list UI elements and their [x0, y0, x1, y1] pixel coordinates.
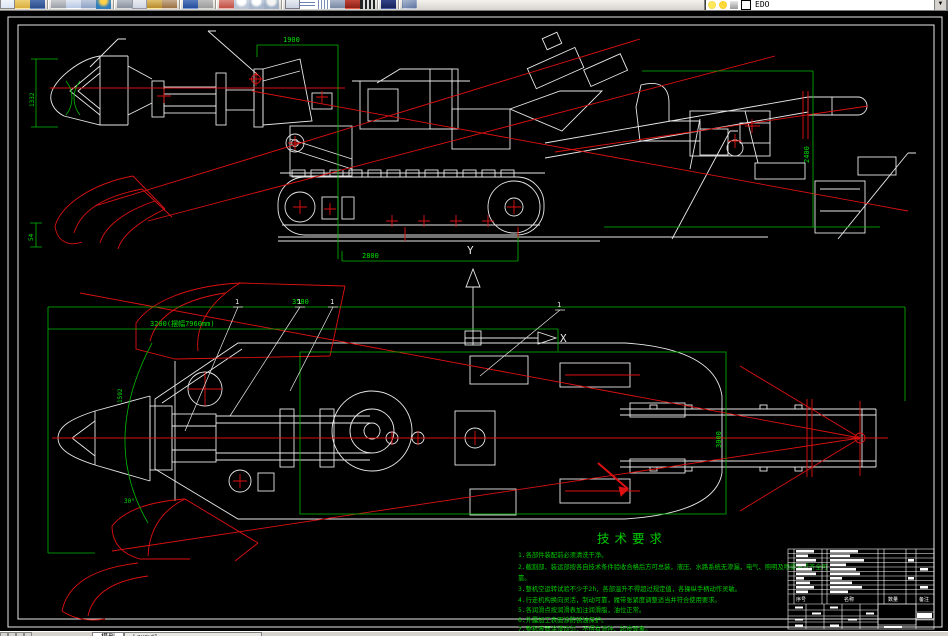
- new-icon[interactable]: [0, 0, 15, 9]
- layer-combo[interactable]: EDO ▼: [704, 0, 948, 10]
- save-icon[interactable]: [30, 0, 45, 9]
- side-view: [50, 30, 916, 242]
- tech-requirement-line: 6.外露加工表面涂防锈油保护。: [518, 615, 607, 624]
- tech-requirement-line: 5.各润滑点按润滑表加注润滑脂，油位正常。: [518, 605, 645, 614]
- tech-requirement-line: 7.整机表面涂漆均匀，不得有流挂、起皮现象。: [518, 624, 652, 631]
- copy-icon[interactable]: [132, 0, 147, 9]
- table-icon[interactable]: [300, 0, 315, 9]
- tech-requirements-title: 技术要求: [597, 531, 667, 546]
- publish-icon[interactable]: [81, 0, 96, 9]
- combo-dropdown-arrow[interactable]: ▼: [934, 0, 947, 10]
- print-icon[interactable]: [51, 0, 66, 9]
- undo-icon[interactable]: [183, 0, 198, 9]
- ucs-icon: Y X: [464, 244, 567, 346]
- callout-label: 1: [297, 298, 301, 306]
- toolbar-separator: [179, 0, 181, 9]
- layers-icon[interactable]: [402, 0, 417, 9]
- toolbar-separator: [377, 0, 379, 9]
- web-icon[interactable]: [96, 0, 111, 9]
- layer-manager-icon[interactable]: [315, 0, 330, 9]
- eraser-icon[interactable]: [219, 0, 234, 9]
- title-block: 序号 名称 数量 备注: [787, 548, 935, 630]
- dimension-label: 30°: [124, 498, 135, 505]
- callouts: 1 1 1 1: [184, 298, 565, 432]
- bom-header-col: 序号: [796, 596, 806, 603]
- dimension-label: 3200(摆幅7960mm): [150, 319, 215, 328]
- text-style-icon[interactable]: [285, 0, 300, 9]
- toolbar-separator: [281, 0, 283, 9]
- toolbar-separator: [47, 0, 49, 9]
- callout-label: 1: [235, 298, 239, 306]
- preview-icon[interactable]: [66, 0, 81, 9]
- dimension-label: 1592: [117, 388, 124, 403]
- layer-name-label: EDO: [755, 0, 770, 9]
- image-icon[interactable]: [330, 0, 345, 9]
- grid-icon[interactable]: [360, 0, 375, 9]
- sun-icon[interactable]: [719, 0, 727, 9]
- dimension-label: 2400: [803, 146, 811, 163]
- redo-icon[interactable]: [198, 0, 213, 9]
- bom-header-col: 名称: [844, 596, 854, 603]
- side-view-centerlines: [50, 38, 909, 250]
- paste-icon[interactable]: [147, 0, 162, 9]
- movie-icon[interactable]: [381, 0, 396, 9]
- zoom-previous-icon[interactable]: [264, 0, 279, 9]
- bom-header-col: 备注: [919, 596, 929, 603]
- tab-nav-last[interactable]: [24, 632, 32, 636]
- callout-label: 1: [330, 298, 334, 306]
- tab-nav-next[interactable]: [16, 632, 24, 636]
- dimension-label: 3000: [715, 431, 723, 448]
- matchprop-icon[interactable]: [162, 0, 177, 9]
- dimension-label: 54: [28, 233, 35, 241]
- render-icon[interactable]: [345, 0, 360, 9]
- plan-view: [57, 342, 877, 520]
- toolbar-separator: [398, 0, 400, 9]
- dimension-label: 1332: [29, 92, 36, 107]
- cad-drawing: 1900 2400 2800 1332 54 Y X 3580 3200(摆幅7…: [7, 16, 943, 631]
- tech-requirements: 技术要求 1.各部件装配前必须清洗干净。 2.截割部、装运部按各自技术条件验收合…: [518, 531, 828, 631]
- cut-icon[interactable]: [117, 0, 132, 9]
- side-view-dimensions: [30, 44, 880, 262]
- plan-view-dimensions: [47, 306, 906, 554]
- zoom-realtime-icon[interactable]: [234, 0, 249, 9]
- layer-color-swatch[interactable]: [741, 0, 751, 10]
- tab-nav-first[interactable]: [0, 632, 8, 636]
- tech-requirement-line: 1.各部件装配前必须清洗干净。: [518, 550, 607, 559]
- lock-icon[interactable]: [730, 0, 738, 9]
- bulb-icon[interactable]: [708, 0, 716, 9]
- open-icon[interactable]: [15, 0, 30, 9]
- drawing-canvas[interactable]: 1900 2400 2800 1332 54 Y X 3580 3200(摆幅7…: [0, 11, 948, 631]
- toolbar-separator: [113, 0, 115, 9]
- tab-model[interactable]: 模型: [92, 632, 124, 636]
- toolbar-separator: [215, 0, 217, 9]
- dimension-label: 1900: [283, 36, 300, 44]
- tech-requirement-line: 2.截割部、装运部按各自技术条件验收合格后方可总装，液压、水路系统无渗漏，电气、…: [518, 562, 828, 571]
- tab-layout1[interactable]: Layout1: [124, 632, 262, 636]
- tab-nav-prev[interactable]: [8, 632, 16, 636]
- dimension-label: 2800: [362, 252, 379, 260]
- tech-requirement-line: 3.整机空运转试验不少于2h，各部温升不得超过规定值，各操纵手柄动作灵敏。: [518, 584, 741, 593]
- toolbar: EDO ▼: [0, 0, 948, 11]
- bom-header-col: 数量: [888, 596, 898, 603]
- application-window: EDO ▼ 1900 2400 2800 1332 54 Y X 3580 32…: [0, 0, 948, 636]
- zoom-window-icon[interactable]: [249, 0, 264, 9]
- tech-requirement-line: 靠。: [518, 573, 531, 582]
- tech-requirement-line: 4.行走机构换向灵活，制动可靠，履带张紧度调整适当并符合使用要求。: [518, 595, 721, 604]
- layout-tab-bar: 模型 Layout1: [0, 631, 948, 636]
- ucs-y-label: Y: [467, 244, 474, 257]
- callout-label: 1: [557, 301, 561, 309]
- sheet-border: [7, 16, 943, 628]
